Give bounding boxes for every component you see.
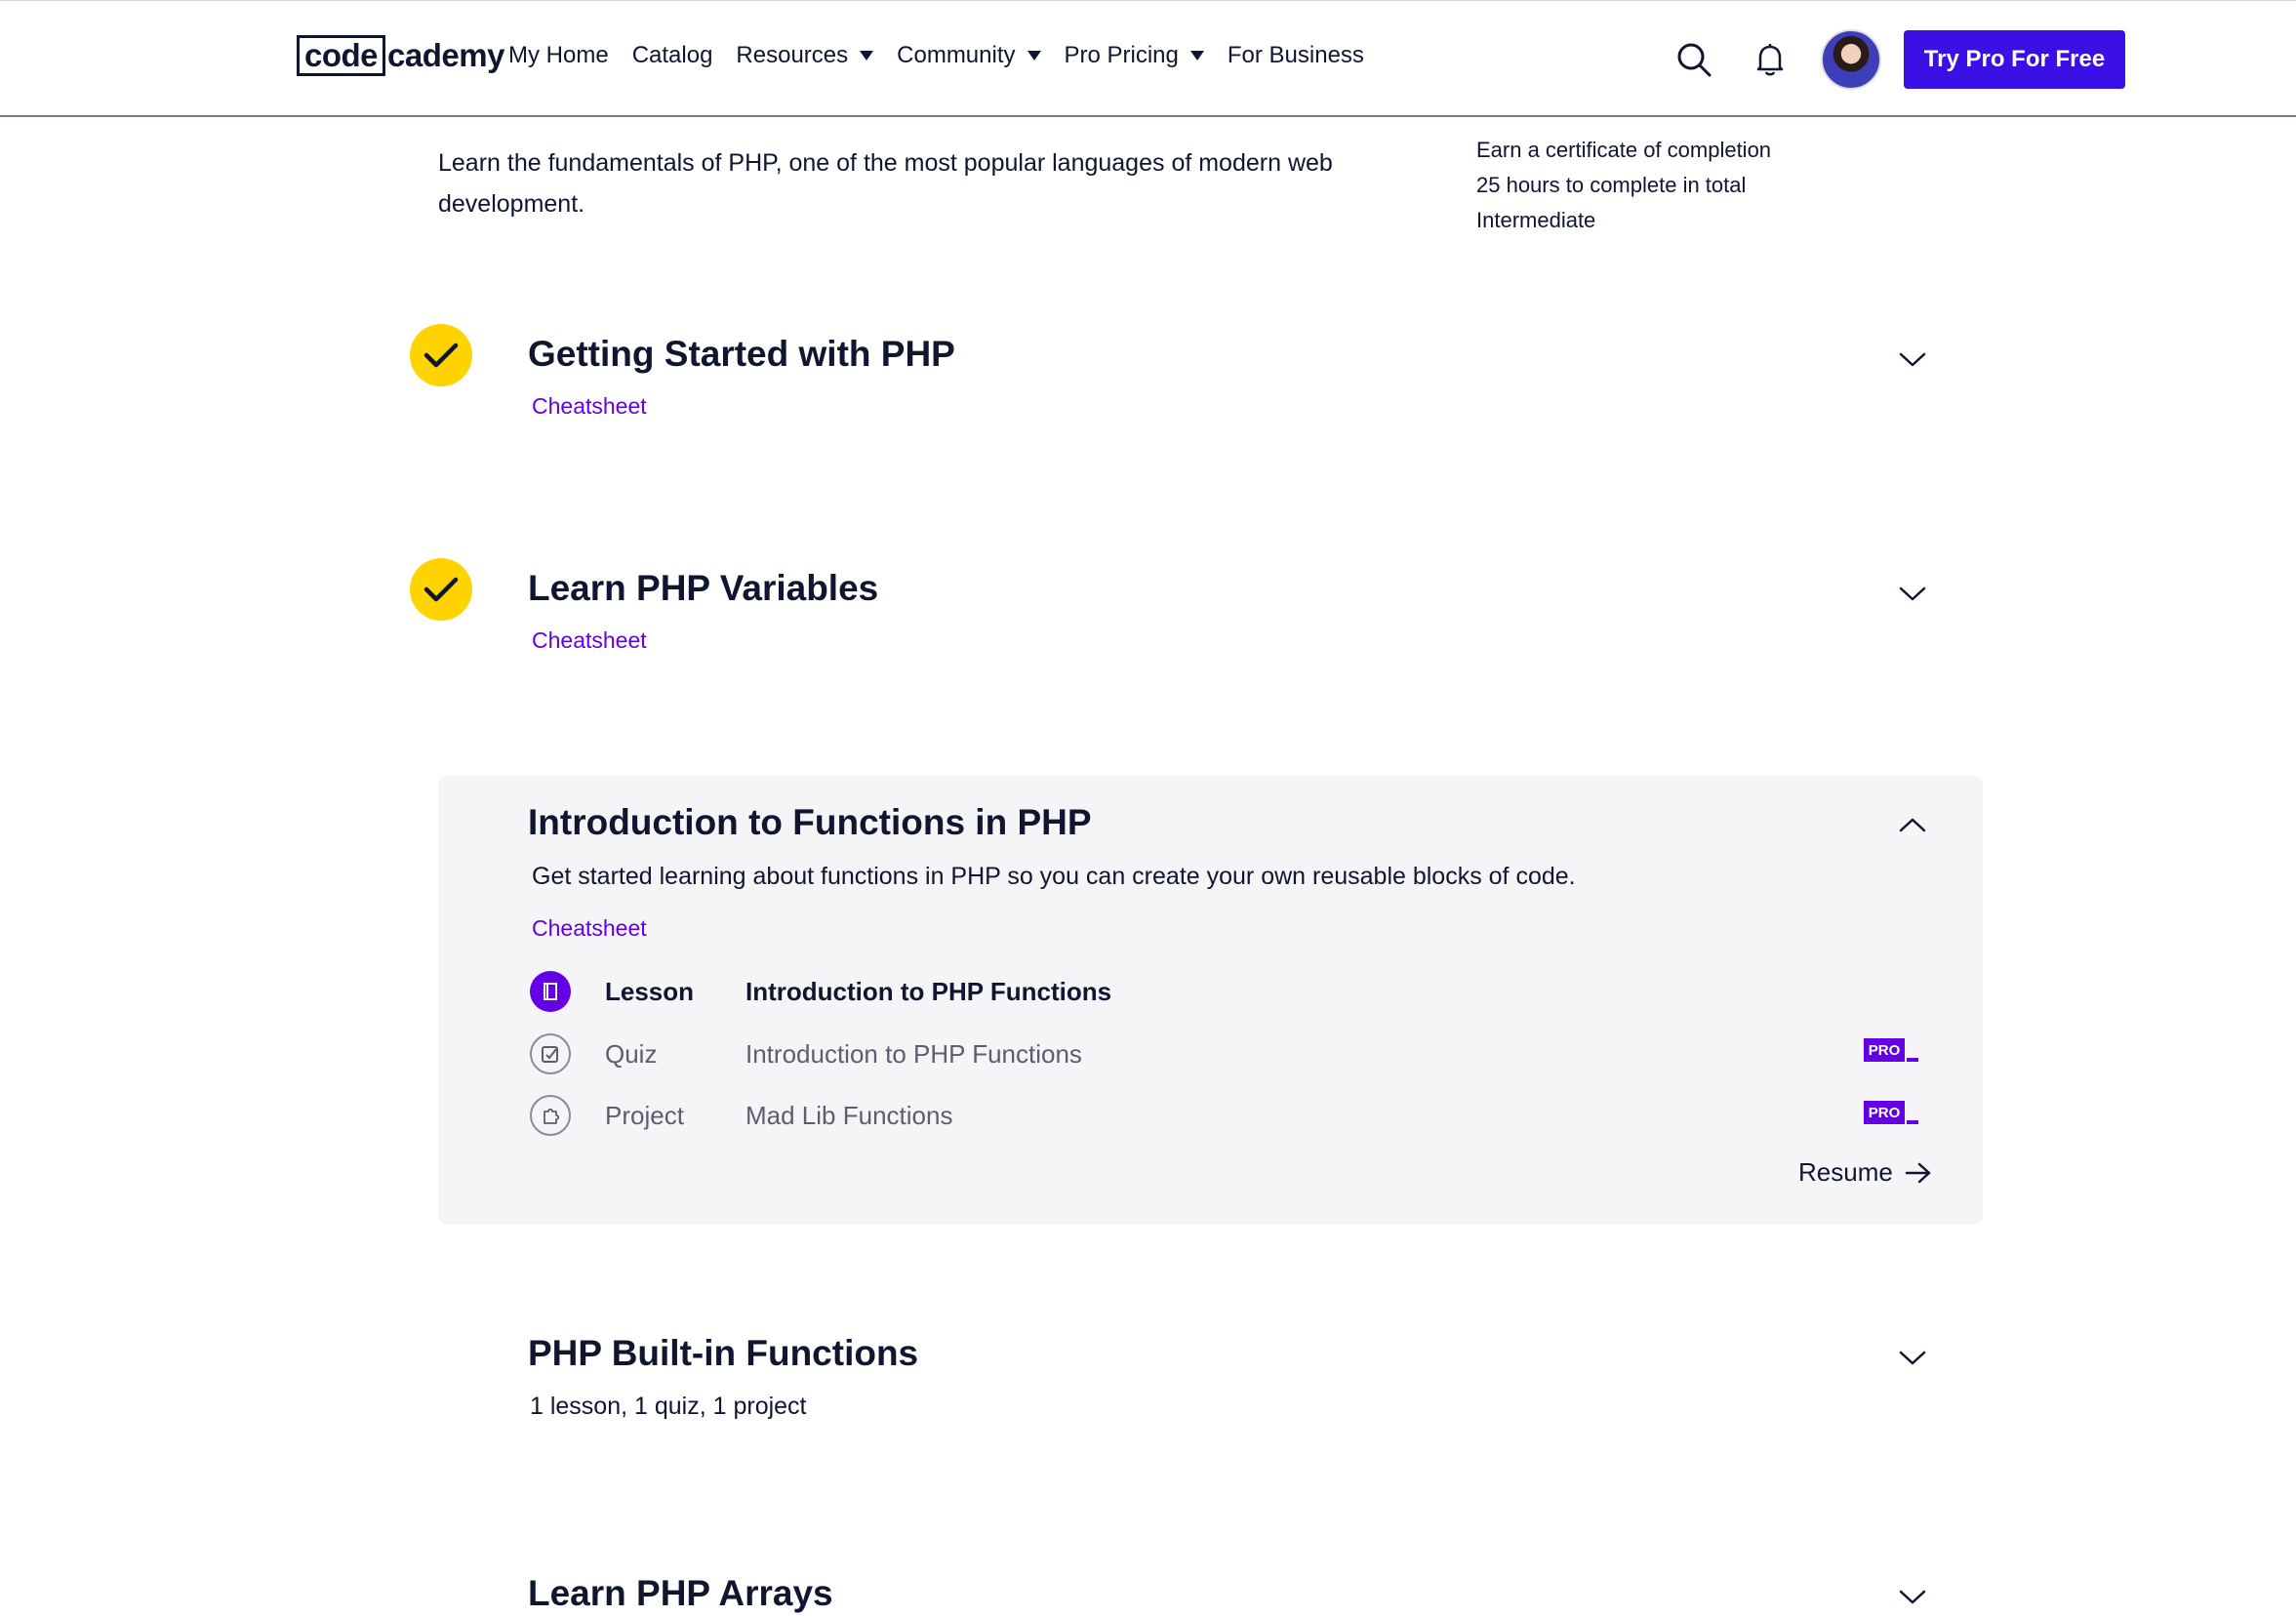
avatar[interactable]: [1821, 29, 1881, 90]
main-nav: My Home Catalog Resources Community Pro …: [508, 42, 1388, 69]
module-title[interactable]: Getting Started with PHP: [528, 334, 955, 375]
quiz-icon: [530, 1033, 571, 1074]
codecademy-logo[interactable]: code cademy: [297, 33, 504, 78]
nav-pro-pricing[interactable]: Pro Pricing: [1065, 42, 1204, 69]
search-icon[interactable]: [1674, 40, 1713, 79]
caret-down-icon: [1189, 51, 1204, 61]
fact-duration: 25 hours to complete in total: [1476, 173, 1747, 197]
completed-check-icon: [410, 558, 472, 621]
pro-badge: PRO: [1864, 1101, 1920, 1126]
nav-for-business[interactable]: For Business: [1228, 42, 1364, 69]
module-item-project[interactable]: Project Mad Lib Functions: [530, 1094, 952, 1137]
chevron-down-icon[interactable]: [1898, 349, 1927, 369]
chevron-up-icon[interactable]: [1898, 816, 1927, 835]
item-name: Introduction to PHP Functions: [745, 1038, 1082, 1069]
nav-label: Catalog: [631, 42, 713, 68]
item-type: Quiz: [605, 1038, 658, 1069]
course-description: Learn the fundamentals of PHP, one of th…: [438, 149, 1333, 218]
module-summary: 1 lesson, 1 quiz, 1 project: [530, 1393, 807, 1420]
pro-badge-label: PRO: [1864, 1038, 1905, 1062]
module-item-quiz[interactable]: Quiz Introduction to PHP Functions: [530, 1032, 1082, 1075]
course-facts: Earn a certificate of completion 25 hour…: [1476, 133, 1771, 238]
item-name: Introduction to PHP Functions: [745, 976, 1112, 1006]
cheatsheet-link[interactable]: Cheatsheet: [532, 627, 647, 654]
nav-label: My Home: [508, 42, 609, 68]
pro-badge-underscore: [1907, 1058, 1918, 1062]
module-title[interactable]: Learn PHP Arrays: [528, 1573, 833, 1614]
module-title[interactable]: Learn PHP Variables: [528, 568, 878, 609]
chevron-down-icon[interactable]: [1898, 1348, 1927, 1367]
nav-label: Pro Pricing: [1064, 42, 1179, 68]
nav-label: Resources: [736, 42, 849, 68]
pro-badge-underscore: [1907, 1120, 1918, 1124]
resume-button[interactable]: Resume: [1798, 1157, 1932, 1188]
item-name: Mad Lib Functions: [745, 1100, 953, 1130]
cheatsheet-link[interactable]: Cheatsheet: [532, 915, 647, 942]
chevron-down-icon[interactable]: [1898, 584, 1927, 603]
arrow-right-icon: [1905, 1162, 1931, 1183]
fact-level: Intermediate: [1476, 208, 1596, 232]
pro-badge: PRO: [1864, 1038, 1920, 1064]
chevron-down-icon[interactable]: [1898, 1587, 1927, 1606]
lesson-icon: [530, 971, 571, 1012]
item-type: Lesson: [605, 976, 695, 1006]
nav-label: For Business: [1227, 42, 1364, 68]
try-pro-button[interactable]: Try Pro For Free: [1904, 30, 2125, 89]
bell-icon[interactable]: [1751, 40, 1790, 79]
module-title[interactable]: Introduction to Functions in PHP: [528, 802, 1092, 843]
module-item-lesson[interactable]: Lesson Introduction to PHP Functions: [530, 970, 1111, 1013]
nav-my-home[interactable]: My Home: [508, 42, 609, 69]
caret-down-icon: [1027, 51, 1041, 61]
nav-label: Community: [897, 42, 1016, 68]
logo-code: code: [297, 35, 386, 76]
puzzle-icon: [530, 1095, 571, 1136]
fact-certificate: Earn a certificate of completion: [1476, 138, 1772, 162]
nav-catalog[interactable]: Catalog: [632, 42, 713, 69]
module-title[interactable]: PHP Built-in Functions: [528, 1333, 918, 1374]
module-description: Get started learning about functions in …: [532, 863, 1576, 890]
completed-check-icon: [410, 324, 472, 386]
pro-badge-label: PRO: [1864, 1101, 1905, 1124]
item-type: Project: [605, 1100, 684, 1130]
nav-community[interactable]: Community: [897, 42, 1041, 69]
logo-rest: cademy: [387, 37, 504, 73]
cheatsheet-link[interactable]: Cheatsheet: [532, 393, 647, 420]
site-header: code cademy My Home Catalog Resources Com…: [0, 0, 2296, 117]
caret-down-icon: [860, 51, 874, 61]
resume-label: Resume: [1798, 1157, 1893, 1187]
nav-resources[interactable]: Resources: [736, 42, 874, 69]
